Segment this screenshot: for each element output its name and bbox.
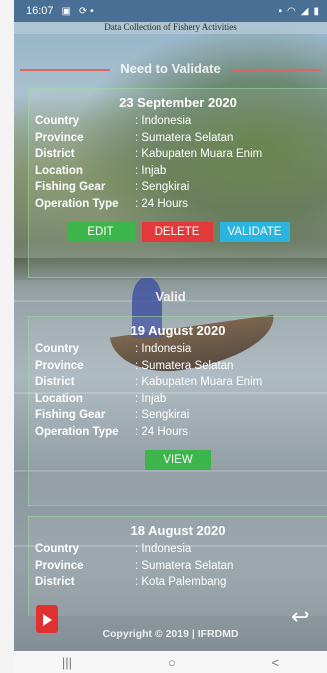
field-province: ProvinceSumatera Selatan — [29, 130, 327, 147]
back-arrow-icon[interactable]: ↩ — [291, 606, 317, 628]
section-need-to-validate: Need to Validate — [14, 60, 327, 78]
battery-icon: ▮ — [313, 5, 319, 17]
record-card-pending: 23 September 2020 CountryIndonesia Provi… — [28, 88, 327, 278]
field-operation-type: Operation Type24 Hours — [29, 196, 327, 213]
view-button[interactable]: VIEW — [145, 450, 211, 470]
record-date: 23 September 2020 — [119, 95, 237, 110]
field-operation-type: Operation Type24 Hours — [29, 424, 327, 441]
record-date: 18 August 2020 — [130, 523, 226, 538]
notification-icon: ▪ — [278, 5, 283, 17]
field-district: DistrictKabupaten Muara Enim — [29, 146, 327, 163]
field-country: CountryIndonesia — [29, 541, 327, 558]
app-screen: 16:07 ▣ ⟳ • ▪ ◠ ◢ ▮ Data Collection of F… — [14, 0, 327, 673]
field-location: LocationInjab — [29, 391, 327, 408]
field-district: DistrictKabupaten Muara Enim — [29, 374, 327, 391]
field-fishing-gear: Fishing GearSengkirai — [29, 407, 327, 424]
field-province: ProvinceSumatera Selatan — [29, 558, 327, 575]
field-country: CountryIndonesia — [29, 113, 327, 130]
field-location: LocationInjab — [29, 163, 327, 180]
field-province: ProvinceSumatera Selatan — [29, 358, 327, 375]
field-fishing-gear: Fishing GearSengkirai — [29, 179, 327, 196]
record-card-valid: 18 August 2020 CountryIndonesia Province… — [28, 516, 327, 616]
section-title: Valid — [155, 289, 186, 304]
copyright-text: Copyright © 2019 | IFRDMD — [102, 628, 239, 640]
app-subtitle: Data Collection of Fishery Activities — [14, 22, 327, 34]
record-date: 19 August 2020 — [130, 323, 226, 338]
delete-button[interactable]: DELETE — [141, 222, 213, 242]
system-navbar: ||| ○ < — [14, 651, 327, 673]
signal-icon: ◢ — [300, 5, 309, 17]
field-district: DistrictKota Palembang — [29, 574, 327, 591]
status-bar: 16:07 ▣ ⟳ • ▪ ◠ ◢ ▮ — [14, 0, 327, 22]
field-country: CountryIndonesia — [29, 341, 327, 358]
sync-icon: ⟳ • — [78, 5, 94, 17]
wifi-icon: ◠ — [287, 5, 296, 17]
home-button[interactable]: ○ — [168, 655, 176, 670]
record-card-valid: 19 August 2020 CountryIndonesia Province… — [28, 316, 327, 506]
edit-button[interactable]: EDIT — [66, 222, 135, 242]
status-time: 16:07 — [26, 5, 54, 17]
gallery-icon: ▣ — [61, 5, 71, 17]
back-button[interactable]: < — [271, 655, 279, 670]
section-valid: Valid — [14, 288, 327, 306]
validate-button[interactable]: VALIDATE — [219, 222, 290, 242]
recents-button[interactable]: ||| — [62, 655, 72, 670]
